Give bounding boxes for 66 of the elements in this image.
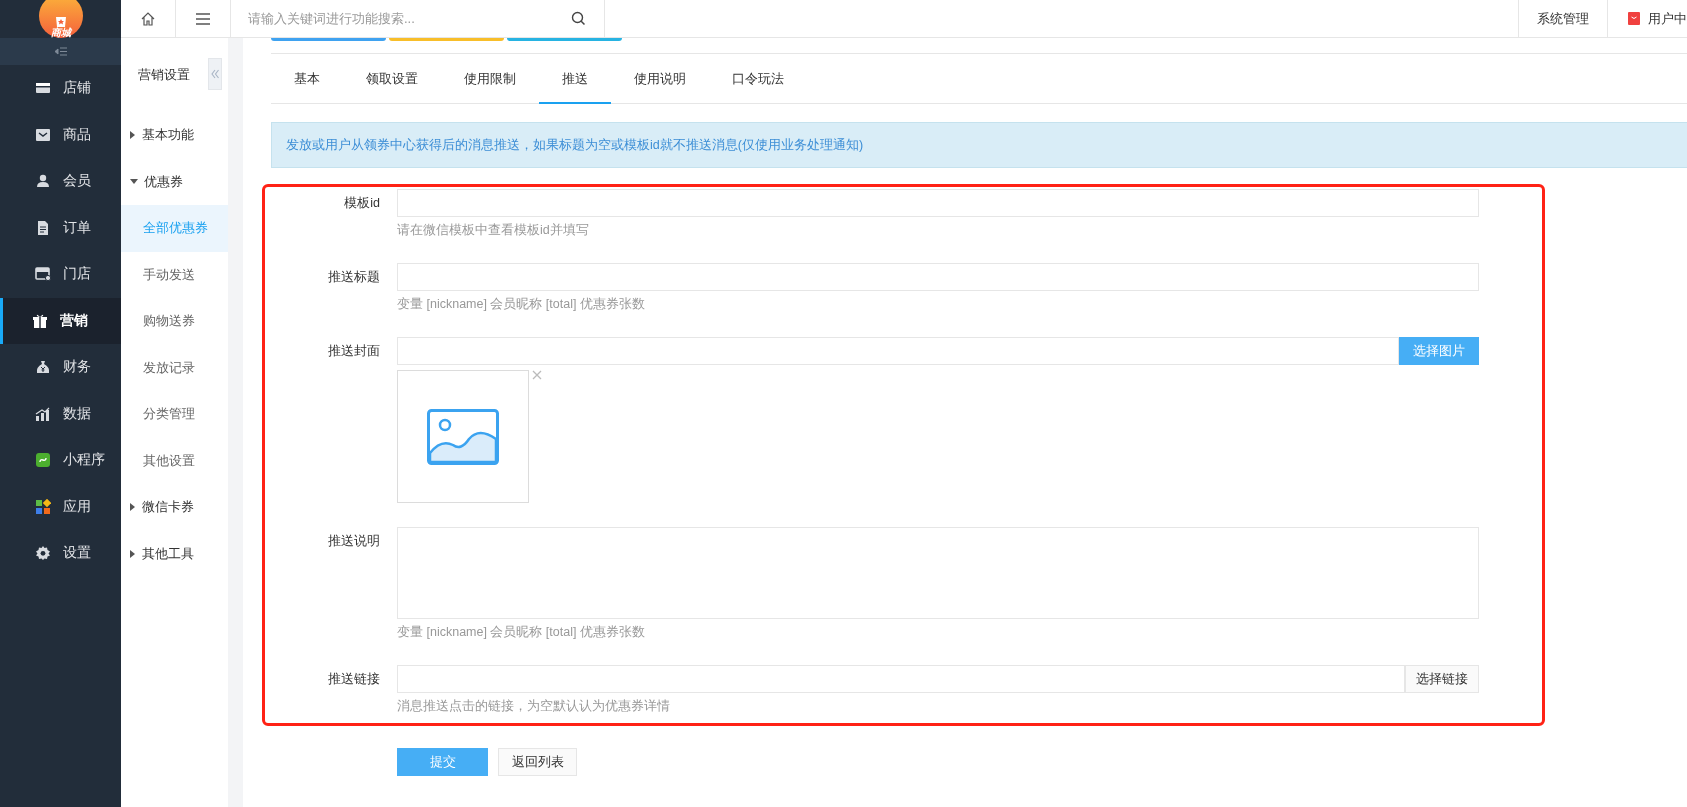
logo-text: 商城 bbox=[50, 27, 71, 38]
user-icon bbox=[35, 173, 51, 190]
image-icon bbox=[427, 408, 499, 465]
bar-chart-icon bbox=[35, 405, 51, 422]
tab[interactable]: 使用说明 bbox=[611, 70, 709, 104]
tab[interactable]: 基本 bbox=[271, 70, 343, 104]
nav-item[interactable]: 应用 bbox=[0, 483, 121, 530]
nav-item[interactable]: 小程序 bbox=[0, 437, 121, 484]
field-label: 推送说明 bbox=[327, 533, 380, 550]
field-label: 推送封面 bbox=[327, 343, 380, 360]
help-text: 变量 [nickname] 会员昵称 [total] 优惠券张数 bbox=[397, 296, 646, 313]
input-field[interactable] bbox=[397, 665, 1405, 693]
menu-group[interactable]: 基本功能 bbox=[121, 112, 228, 159]
menu-item[interactable]: 购物送券 bbox=[121, 298, 228, 345]
nav-item[interactable]: 商品 bbox=[0, 111, 121, 158]
nav-item[interactable]: 店铺 bbox=[0, 65, 121, 112]
info-alert: 发放或用户从领券中心获得后的消息推送，如果标题为空或模板id就不推送消息(仅使用业务处理通知) bbox=[271, 122, 1687, 168]
shop-gear-icon bbox=[35, 266, 51, 283]
mini-program-icon bbox=[35, 452, 51, 469]
nav-item[interactable]: 营销 bbox=[0, 297, 121, 344]
app-grid-icon bbox=[35, 498, 51, 515]
help-text: 请在微信模板中查看模板id并填写 bbox=[397, 222, 590, 239]
menu-icon[interactable] bbox=[195, 12, 211, 25]
help-text: 消息推送点击的链接，为空默认认为优惠券详情 bbox=[397, 698, 671, 715]
nav-item[interactable]: 订单 bbox=[0, 204, 121, 251]
header-link[interactable]: 系统管理 bbox=[1518, 0, 1607, 37]
menu-group[interactable]: 微信卡券 bbox=[121, 484, 228, 531]
nav-item[interactable]: 会员 bbox=[0, 158, 121, 205]
tab[interactable]: 推送 bbox=[539, 70, 611, 104]
home-icon[interactable] bbox=[140, 10, 156, 27]
image-placeholder[interactable] bbox=[397, 370, 529, 503]
nav-item[interactable]: 数据 bbox=[0, 390, 121, 437]
panel-title: 营销设置 bbox=[138, 66, 190, 84]
close-icon[interactable] bbox=[532, 370, 542, 380]
tab[interactable]: 领取设置 bbox=[343, 70, 441, 104]
textarea-field[interactable] bbox=[397, 527, 1479, 619]
document-icon bbox=[35, 219, 51, 236]
money-bag-icon bbox=[35, 359, 51, 376]
input-field[interactable] bbox=[397, 263, 1479, 291]
input-field[interactable] bbox=[397, 337, 1399, 365]
menu-item[interactable]: 分类管理 bbox=[121, 391, 228, 438]
nav-item[interactable]: 财务 bbox=[0, 344, 121, 391]
gift-icon bbox=[32, 312, 48, 329]
back-button[interactable]: 返回列表 bbox=[498, 748, 577, 776]
field-label: 推送标题 bbox=[327, 269, 380, 286]
header-link[interactable]: 用户中 bbox=[1607, 0, 1687, 37]
collapse-button[interactable] bbox=[208, 58, 222, 90]
envelope-icon bbox=[35, 126, 51, 143]
nav-item[interactable]: 门店 bbox=[0, 251, 121, 298]
menu-group[interactable]: 其他工具 bbox=[121, 530, 228, 577]
tab[interactable]: 口令玩法 bbox=[709, 70, 807, 104]
field-label: 推送链接 bbox=[327, 671, 380, 688]
collapse-menu-icon[interactable] bbox=[54, 47, 67, 56]
tab[interactable]: 使用限制 bbox=[441, 70, 539, 104]
input-field[interactable] bbox=[397, 189, 1479, 217]
gear-icon bbox=[35, 545, 51, 562]
menu-item[interactable]: 发放记录 bbox=[121, 344, 228, 391]
help-text: 变量 [nickname] 会员昵称 [total] 优惠券张数 bbox=[397, 624, 646, 641]
menu-group[interactable]: 优惠券 bbox=[121, 158, 228, 205]
shopping-bag-icon bbox=[1628, 12, 1640, 25]
search-icon[interactable] bbox=[571, 11, 586, 26]
menu-item[interactable]: 手动发送 bbox=[121, 251, 228, 298]
field-label: 模板id bbox=[343, 195, 380, 212]
choose-link-button[interactable]: 选择链接 bbox=[1405, 665, 1479, 693]
nav-item[interactable]: 设置 bbox=[0, 530, 121, 577]
menu-item[interactable]: 其他设置 bbox=[121, 437, 228, 484]
